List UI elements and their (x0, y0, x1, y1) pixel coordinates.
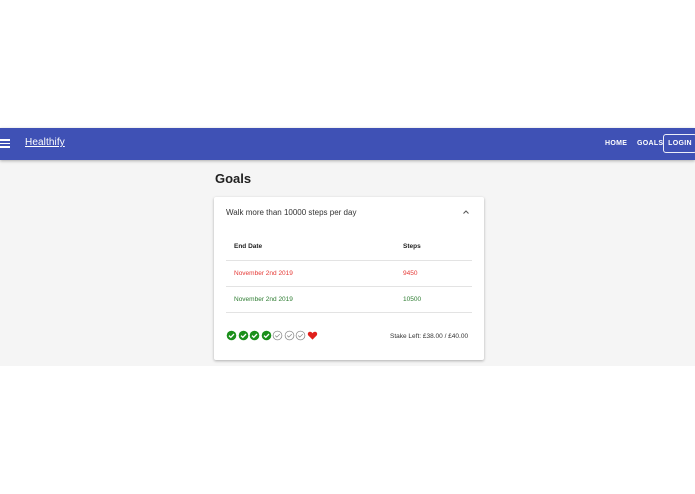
brand-link[interactable]: Healthify (25, 137, 65, 148)
column-header-steps: Steps (403, 243, 421, 250)
table-divider (226, 312, 472, 313)
goal-title: Walk more than 10000 steps per day (226, 208, 357, 217)
stake-left-label: Stake Left: £38.00 / £40.00 (390, 333, 469, 340)
steps-cell: 9450 (403, 270, 418, 277)
top-app-bar: Healthify HOME GOALS LOGIN (0, 128, 695, 160)
check-circle-outline-icon (284, 330, 294, 341)
end-date-cell: November 2nd 2019 (234, 296, 293, 303)
table-row: November 2nd 2019 9450 (226, 260, 472, 287)
table-row: November 2nd 2019 10500 (226, 286, 472, 313)
check-circle-filled-icon (226, 330, 237, 341)
check-circle-filled-icon (261, 330, 271, 341)
daily-progress-icons (226, 330, 318, 341)
page-title: Goals (215, 171, 252, 186)
chevron-up-icon[interactable] (462, 208, 470, 216)
goal-card: Walk more than 10000 steps per day End D… (214, 197, 484, 360)
check-circle-outline-icon (295, 330, 306, 341)
steps-cell: 10500 (403, 296, 422, 303)
end-date-cell: November 2nd 2019 (234, 270, 293, 277)
heart-icon (307, 331, 317, 340)
goal-panel-header[interactable]: Walk more than 10000 steps per day (214, 197, 484, 229)
nav-home-button[interactable]: HOME (605, 140, 627, 147)
check-circle-filled-icon (238, 330, 248, 341)
nav-goals-button[interactable]: GOALS (637, 140, 663, 147)
login-button[interactable]: LOGIN (663, 134, 695, 153)
check-circle-filled-icon (249, 330, 260, 341)
column-header-end-date: End Date (234, 243, 263, 250)
check-circle-outline-icon (272, 330, 283, 341)
hamburger-menu-icon[interactable] (0, 139, 10, 149)
